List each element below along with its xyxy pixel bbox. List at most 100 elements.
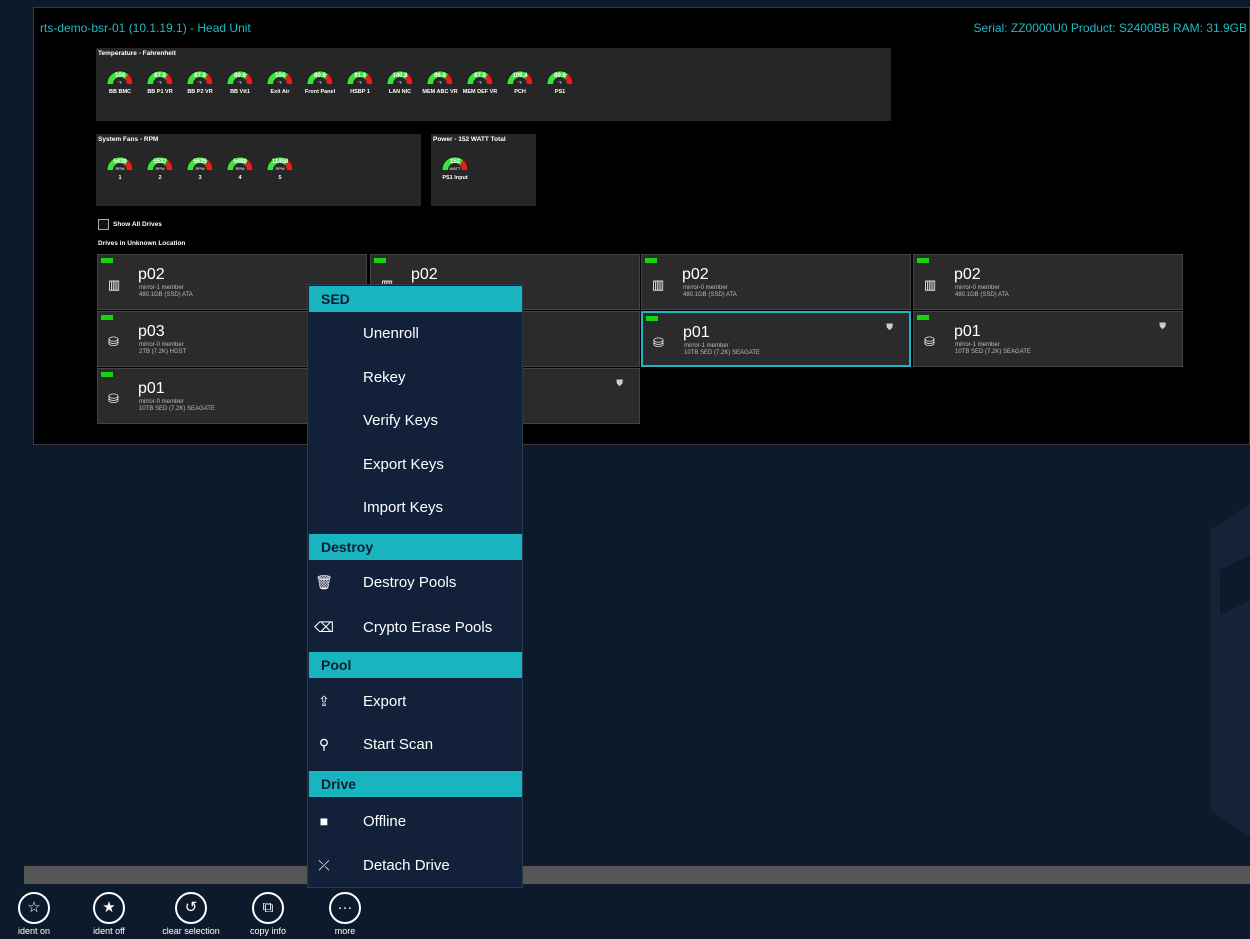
disk-icon: ⛁	[108, 334, 119, 349]
status-led	[101, 372, 113, 377]
gauge-unit: °F	[517, 80, 523, 85]
crypto-erase-label: Crypto Erase Pools	[363, 619, 493, 636]
status-led	[917, 315, 929, 320]
rekey-label: Rekey	[363, 369, 406, 386]
drive-name: p02	[682, 266, 709, 283]
import-keys-menu-item[interactable]: Import Keys	[308, 491, 522, 527]
search-icon: ⚲	[318, 736, 330, 752]
rekey-menu-item[interactable]: Rekey	[308, 361, 522, 397]
gauge-unit: °F	[557, 80, 563, 85]
drive-spec: 10TB SED (7.2K) SEAGATE	[955, 349, 1031, 355]
gauge: 96.8 °F MEM ABC VR	[422, 65, 458, 95]
drive-role: mirror-1 member	[684, 343, 729, 349]
drive-tile[interactable]: ⛁ p01 mirror-1 member 10TB SED (7.2K) SEAGA…	[641, 311, 911, 367]
drive-tile[interactable]: ▥ p02 mirror-0 member 480.1GB (SSD) ATA	[641, 254, 911, 310]
ident-off-button[interactable]: ★ ident off	[77, 892, 141, 936]
drive-role: mirror-0 member	[955, 285, 1000, 291]
erase-icon: ⌫	[314, 619, 334, 635]
power-gauges: 152 WATT PS1 Input	[431, 151, 473, 181]
show-all-drives-checkbox[interactable]: Show All Drives	[98, 219, 162, 230]
export-keys-menu-item[interactable]: Export Keys	[308, 448, 522, 484]
gauge-value: 104	[274, 73, 285, 79]
more-label: more	[334, 926, 356, 936]
gauge: 104 °F Exit Air	[262, 65, 298, 95]
destroy-pools-menu-item[interactable]: 🗑 Destroy Pools	[308, 566, 522, 602]
more-button[interactable]: ··· more	[313, 892, 377, 936]
detach-drive-menu-item[interactable]: ⤫ Detach Drive	[308, 849, 522, 885]
trash-icon: 🗑	[315, 574, 333, 590]
drive-spec: 2TB (7.2K) HGST	[139, 349, 187, 355]
offline-label: Offline	[363, 813, 407, 830]
head-unit-panel: rts-demo-bsr-01 (10.1.19.1) - Head Unit …	[33, 7, 1250, 445]
gauge-label: BB Vtt1	[230, 89, 250, 95]
gauge-label: HSBP 1	[350, 89, 370, 95]
clear-selection-button[interactable]: ↺ clear selection	[159, 892, 223, 936]
gauge-label: 1	[118, 175, 122, 181]
context-menu: SED Unenroll Rekey Verify Keys Export Ke…	[307, 284, 523, 888]
export-menu-item[interactable]: ⇪ Export	[308, 685, 522, 721]
gauge-unit: RPM	[235, 166, 245, 171]
gauge-unit: °F	[157, 80, 163, 85]
verify-keys-menu-item[interactable]: Verify Keys	[308, 404, 522, 440]
fan-gauges: 5439 RPM 1 5537 RPM 2 5635 RPM 3 5488 RPM 4 11458 RPM…	[96, 151, 298, 181]
gauge-value: 96.8	[434, 73, 446, 79]
gauge-unit: RPM	[155, 166, 165, 171]
more-icon: ···	[329, 892, 361, 924]
pool-section-header: Pool	[309, 652, 522, 678]
gauge-unit: °F	[277, 80, 283, 85]
gauge-unit: WATT	[449, 166, 461, 171]
drive-role: mirror-1 member	[139, 285, 184, 291]
status-led	[101, 258, 113, 263]
star-outline-icon: ☆	[18, 892, 50, 924]
gauge: 5635 RPM 3	[182, 151, 218, 181]
gauge-value: 104	[114, 73, 125, 79]
drive-name: p01	[683, 324, 710, 341]
detach-drive-label: Detach Drive	[363, 857, 450, 874]
drive-tile[interactable]: ▥ p02 mirror-0 member 480.1GB (SSD) ATA	[913, 254, 1183, 310]
temperature-gauges: 104 °F BB BMC 87.8 °F BB P1 VR 87.8 °F BB P2 VR 8…	[96, 65, 578, 95]
status-led	[645, 258, 657, 263]
gauge: 109.4 °F PCH	[502, 65, 538, 95]
unenroll-menu-item[interactable]: Unenroll	[308, 317, 522, 353]
gauge: 87.8 °F BB P1 VR	[142, 65, 178, 95]
status-led	[917, 258, 929, 263]
gauge-unit: °F	[317, 80, 323, 85]
export-label: Export	[363, 693, 407, 710]
gauge-label: BB BMC	[109, 89, 131, 95]
crypto-erase-menu-item[interactable]: ⌫ Crypto Erase Pools	[308, 611, 522, 647]
drive-role: mirror-0 member	[683, 285, 728, 291]
status-led	[101, 315, 113, 320]
gauge-unit: °F	[117, 80, 123, 85]
drive-role: mirror-1 member	[955, 342, 1000, 348]
gauge-unit: °F	[357, 80, 363, 85]
copy-info-button[interactable]: ⧉ copy info	[236, 892, 300, 936]
drive-tile[interactable]: ⛁ p01 mirror-1 member 10TB SED (7.2K) SEAGA…	[913, 311, 1183, 367]
power-group: Power - 152 WATT Total 152 WATT PS1 Input	[431, 134, 536, 206]
ident-on-label: ident on	[17, 926, 51, 936]
disk-icon: ⛁	[653, 335, 664, 350]
gauge: 140.8 °F LAN NIC	[382, 65, 418, 95]
gauge-label: Front Panel	[304, 89, 336, 95]
horizontal-scrollbar[interactable]	[24, 866, 1250, 884]
gauge-value: 87.8	[194, 73, 206, 79]
gauge: 89.6 °F PS1	[542, 65, 578, 95]
destroy-section-header: Destroy	[309, 534, 522, 560]
drive-section-header: Drive	[309, 771, 522, 797]
gauge-label: LAN NIC	[388, 89, 412, 95]
unenroll-label: Unenroll	[363, 325, 419, 342]
offline-menu-item[interactable]: ■ Offline	[308, 805, 522, 841]
drive-role: mirror-0 member	[139, 399, 184, 405]
checkbox-box[interactable]	[98, 219, 109, 230]
start-scan-label: Start Scan	[363, 736, 434, 753]
gauge-value: 5439	[113, 159, 127, 165]
gauge-value: 87.8	[474, 73, 486, 79]
gauge-value: 91.4	[354, 73, 366, 79]
watermark-logo	[1210, 503, 1250, 837]
ident-on-button[interactable]: ☆ ident on	[2, 892, 66, 936]
gauge-label: PS1	[554, 89, 566, 95]
gauge: 104 °F BB BMC	[102, 65, 138, 95]
sed-section-header: SED	[309, 286, 522, 312]
drives-section-title: Drives in Unknown Location	[98, 240, 186, 247]
drive-name: p01	[954, 323, 981, 340]
start-scan-menu-item[interactable]: ⚲ Start Scan	[308, 728, 522, 764]
